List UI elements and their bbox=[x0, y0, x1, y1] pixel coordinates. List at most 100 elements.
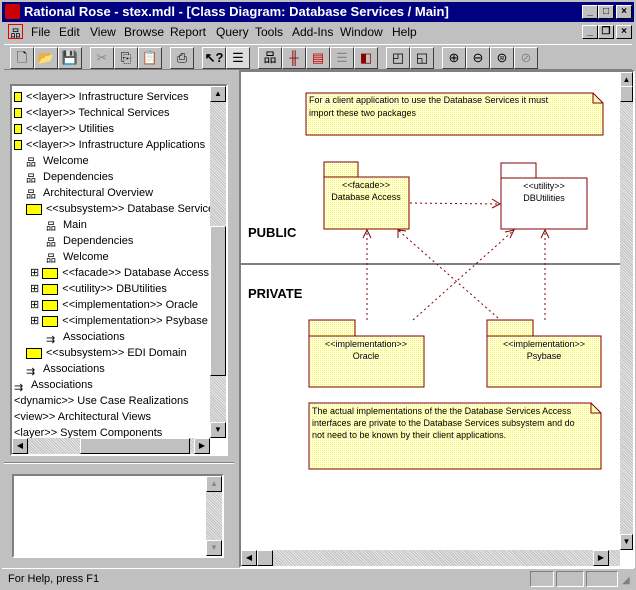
tree-item[interactable]: 品 Welcome bbox=[46, 249, 109, 265]
tree-item[interactable]: ⇉ Associations bbox=[26, 361, 105, 378]
expand-icon[interactable]: ⊞ bbox=[30, 283, 42, 295]
scroll-left-button[interactable]: ◀ bbox=[241, 550, 257, 566]
tree-item-label: <<layer>> Utilities bbox=[26, 123, 115, 135]
scroll-up-button[interactable]: ▲ bbox=[206, 476, 222, 492]
tree-vertical-scrollbar[interactable]: ▲ ▼ bbox=[210, 86, 226, 438]
scroll-thumb[interactable] bbox=[620, 86, 633, 102]
browse-component-diagram-button[interactable]: ▤ bbox=[306, 47, 330, 69]
tree-item-label: Dependencies bbox=[43, 171, 114, 183]
package-oracle[interactable]: <<implementation>> Oracle bbox=[308, 319, 425, 388]
new-button[interactable]: 🗋 bbox=[10, 47, 34, 69]
tree-item[interactable]: 品 Architectural Overview bbox=[26, 185, 153, 201]
doc-vertical-scrollbar[interactable]: ▲ ▼ bbox=[206, 476, 222, 556]
scroll-thumb[interactable] bbox=[80, 438, 190, 454]
diagram-horizontal-scrollbar[interactable]: ◀ ▶ bbox=[241, 550, 620, 566]
diagram-window-icon[interactable]: 品 bbox=[8, 24, 23, 40]
scroll-down-button[interactable]: ▼ bbox=[620, 534, 633, 550]
menu-file[interactable]: File bbox=[31, 25, 50, 39]
resize-grip-icon[interactable]: ◢ bbox=[622, 575, 630, 586]
browse-deployment-diagram-button[interactable]: ◧ bbox=[354, 47, 378, 69]
package-stereotype: <<implementation>> bbox=[503, 339, 585, 349]
zoom-in-button[interactable]: ⊕ bbox=[442, 47, 466, 69]
scroll-left-button[interactable]: ◀ bbox=[12, 438, 28, 454]
menu-browse[interactable]: Browse bbox=[124, 25, 164, 39]
layer-icon bbox=[14, 92, 22, 103]
copy-button[interactable]: ⎘ bbox=[114, 47, 138, 69]
tree-item[interactable]: <view>> Architectural Views bbox=[14, 409, 151, 425]
scroll-down-button[interactable]: ▼ bbox=[210, 422, 226, 438]
tree-item[interactable]: ⊞ <<implementation>> Psybase bbox=[30, 313, 208, 329]
tree-item[interactable]: <<layer>> Infrastructure Services bbox=[14, 89, 189, 105]
maximize-button[interactable]: □ bbox=[598, 5, 614, 19]
child-close-button[interactable]: × bbox=[616, 25, 632, 39]
tree-item[interactable]: 品 Welcome bbox=[26, 153, 89, 169]
fit-in-window-button[interactable]: ⊜ bbox=[490, 47, 514, 69]
tree-item[interactable]: 品 Dependencies bbox=[46, 233, 133, 249]
scroll-down-button[interactable]: ▼ bbox=[206, 540, 222, 556]
expand-icon[interactable]: ⊞ bbox=[30, 299, 42, 311]
associations-icon: ⇉ bbox=[46, 333, 56, 346]
print-button[interactable]: ⎙ bbox=[170, 47, 194, 69]
tree-item[interactable]: <layer>> System Components bbox=[14, 425, 162, 438]
close-button[interactable]: × bbox=[616, 5, 632, 19]
package-stereotype: <<implementation>> bbox=[325, 339, 407, 349]
minimize-button[interactable]: _ bbox=[582, 5, 598, 19]
save-button[interactable]: 💾 bbox=[58, 47, 82, 69]
zoom-out-button[interactable]: ⊖ bbox=[466, 47, 490, 69]
paste-button[interactable]: 📋 bbox=[138, 47, 162, 69]
expand-icon[interactable]: ⊞ bbox=[30, 267, 42, 279]
tree-item[interactable]: ⊞ <<facade>> Database Access bbox=[30, 265, 209, 281]
diagram-vertical-scrollbar[interactable]: ▲ ▼ bbox=[620, 72, 633, 550]
menu-query[interactable]: Query bbox=[216, 25, 249, 39]
tree-item[interactable]: <<layer>> Technical Services bbox=[14, 105, 170, 121]
tree-item[interactable]: <dynamic>> Use Case Realizations bbox=[14, 393, 189, 409]
expand-icon[interactable]: ⊞ bbox=[30, 315, 42, 327]
splitter[interactable] bbox=[4, 462, 234, 464]
documentation-pane[interactable]: ▲ ▼ bbox=[12, 474, 224, 558]
package-psybase[interactable]: <<implementation>> Psybase bbox=[486, 319, 602, 388]
child-minimize-button[interactable]: _ bbox=[582, 25, 598, 39]
note-private[interactable]: The actual implementations of the the Da… bbox=[308, 402, 602, 470]
tree-item[interactable]: ⇉ Associations bbox=[46, 329, 125, 346]
browse-interaction-diagram-button[interactable]: ╫ bbox=[282, 47, 306, 69]
menu-window[interactable]: Window bbox=[340, 25, 383, 39]
context-help-button[interactable]: ↖? bbox=[202, 47, 226, 69]
tree-item[interactable]: 品 Dependencies bbox=[26, 169, 113, 185]
tree-item[interactable]: <<layer>> Utilities bbox=[14, 121, 114, 137]
tree-item[interactable]: <<subsystem>> EDI Domain bbox=[26, 345, 187, 361]
tree-item[interactable]: ⊞ <<utility>> DBUtilities bbox=[30, 281, 167, 297]
undo-fit-button[interactable]: ⊘ bbox=[514, 47, 538, 69]
menu-tools[interactable]: Tools bbox=[255, 25, 283, 39]
package-database-access[interactable]: <<facade>> Database Access bbox=[323, 161, 410, 230]
tree-item[interactable]: ⇉ Associations bbox=[14, 377, 93, 394]
menu-view[interactable]: View bbox=[90, 25, 116, 39]
tree-item[interactable]: <<layer>> Infrastructure Applications bbox=[14, 137, 205, 153]
package-name: Database Access bbox=[331, 192, 401, 202]
tree-horizontal-scrollbar[interactable]: ◀ ▶ bbox=[12, 438, 210, 454]
tree-item[interactable]: 品 Main bbox=[46, 217, 87, 233]
browse-class-diagram-button[interactable]: 品 bbox=[258, 47, 282, 69]
tree-item-label: <<implementation>> Oracle bbox=[62, 299, 199, 311]
tree-view[interactable]: <<layer>> Infrastructure Services <<layer… bbox=[12, 86, 210, 438]
menu-edit[interactable]: Edit bbox=[59, 25, 80, 39]
tree-item[interactable]: ⊞ <<implementation>> Oracle bbox=[30, 297, 198, 313]
diagram-canvas[interactable]: For a client application to use the Data… bbox=[241, 72, 621, 552]
package-dbutilities[interactable]: <<utility>> DBUtilities bbox=[500, 162, 588, 230]
scroll-thumb[interactable] bbox=[257, 550, 273, 566]
view-documentation-button[interactable]: ☰ bbox=[226, 47, 250, 69]
scroll-right-button[interactable]: ▶ bbox=[593, 550, 609, 566]
browse-state-diagram-button[interactable]: ☰ bbox=[330, 47, 354, 69]
previous-diagram-button[interactable]: ◰ bbox=[386, 47, 410, 69]
menu-add-ins[interactable]: Add-Ins bbox=[292, 25, 333, 39]
open-button[interactable]: 📂 bbox=[34, 47, 58, 69]
menu-help[interactable]: Help bbox=[392, 25, 417, 39]
tree-item[interactable]: <<subsystem>> Database Services bbox=[26, 201, 210, 217]
cut-button[interactable]: ✂ bbox=[90, 47, 114, 69]
scroll-right-button[interactable]: ▶ bbox=[194, 438, 210, 454]
note-public[interactable]: For a client application to use the Data… bbox=[305, 92, 604, 136]
menu-report[interactable]: Report bbox=[170, 25, 206, 39]
scroll-up-button[interactable]: ▲ bbox=[210, 86, 226, 102]
scroll-thumb[interactable] bbox=[210, 226, 226, 376]
child-restore-button[interactable]: ❐ bbox=[598, 25, 614, 39]
browse-parent-button[interactable]: ◱ bbox=[410, 47, 434, 69]
